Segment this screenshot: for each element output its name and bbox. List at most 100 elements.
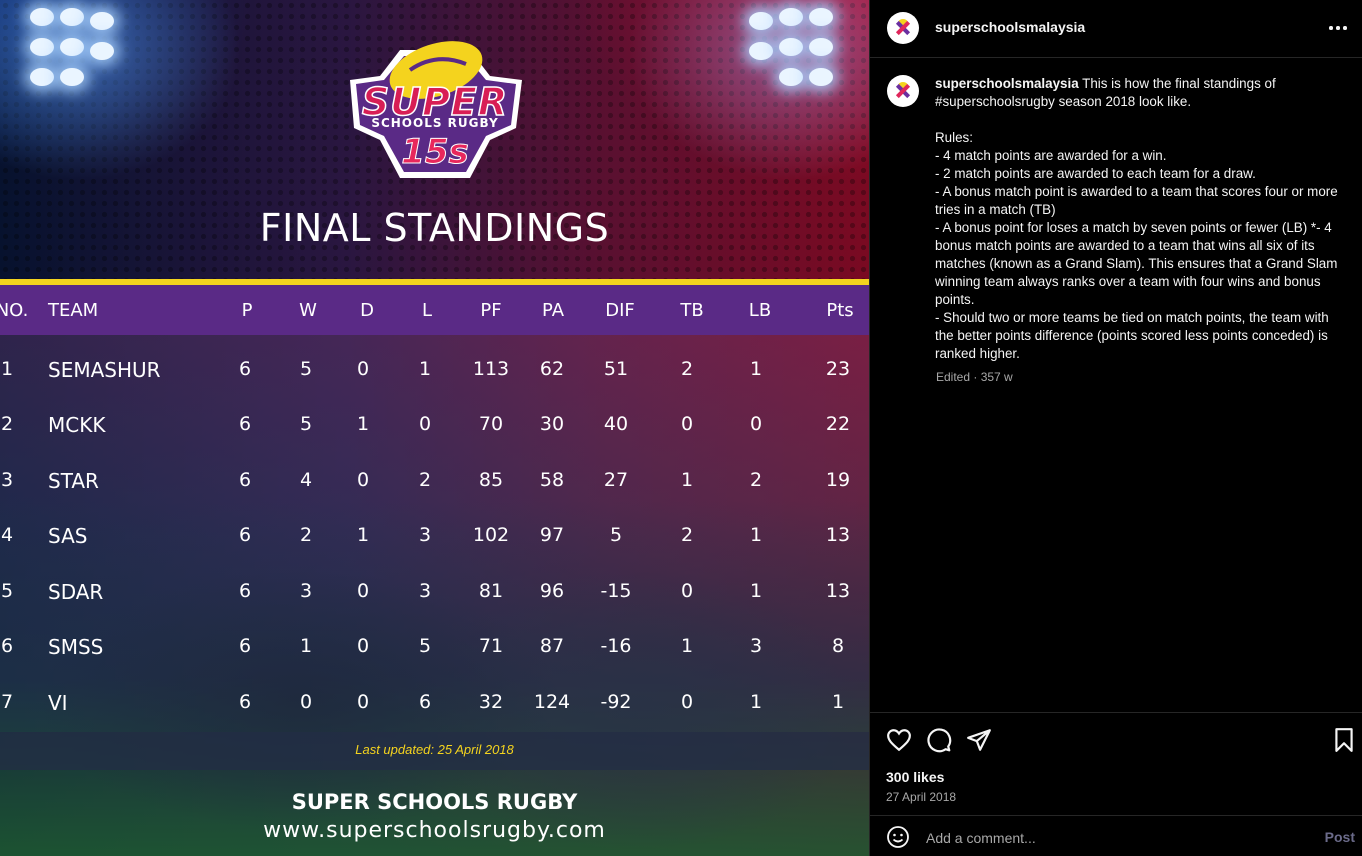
cell-w: 5 (299, 413, 313, 435)
cell-l: 3 (418, 524, 432, 546)
col-l: L (421, 300, 433, 321)
cell-p: 6 (238, 691, 252, 713)
cell-pf: 71 (478, 635, 504, 657)
table-row: 6 SMSS 6 1 0 5 71 87 -16 1 3 8 (0, 627, 869, 667)
avatar[interactable] (887, 12, 919, 44)
cell-p: 6 (238, 524, 252, 546)
cell-pf: 85 (478, 469, 504, 491)
table-row: 5 SDAR 6 3 0 3 81 96 -15 0 1 13 (0, 572, 869, 612)
cell-team: SMSS (48, 635, 104, 659)
instagram-post-view: SUPER SCHOOLS RUGBY 15s FINAL STANDINGS … (0, 0, 1362, 856)
cell-p: 6 (238, 580, 252, 602)
cell-tb: 1 (680, 635, 694, 657)
cell-d: 1 (356, 524, 370, 546)
cell-d: 0 (356, 358, 370, 380)
caption-avatar[interactable] (887, 75, 919, 107)
cell-lb: 1 (749, 580, 763, 602)
emoji-icon[interactable] (886, 825, 910, 849)
logo-15s: 15s (401, 132, 470, 173)
cell-team: MCKK (48, 413, 106, 437)
cell-no: 4 (0, 524, 14, 546)
like-heart-icon[interactable] (886, 727, 912, 753)
cell-lb: 1 (749, 358, 763, 380)
table-header: NO. TEAM P W D L PF PA DIF TB LB Pts (0, 285, 869, 335)
cell-w: 1 (299, 635, 313, 657)
super-schools-rugby-logo: SUPER SCHOOLS RUGBY 15s (340, 30, 530, 185)
caption-username[interactable]: superschoolsmalaysia (935, 76, 1079, 91)
table-row: 4 SAS 6 2 1 3 102 97 5 2 1 13 (0, 516, 869, 556)
cell-dif: 5 (609, 524, 623, 546)
cell-w: 4 (299, 469, 313, 491)
cell-w: 0 (299, 691, 313, 713)
logo-subtitle: SCHOOLS RUGBY (371, 116, 499, 130)
cell-tb: 0 (680, 580, 694, 602)
cell-tb: 0 (680, 691, 694, 713)
cell-l: 0 (418, 413, 432, 435)
cell-dif: -16 (600, 635, 632, 657)
post-image[interactable]: SUPER SCHOOLS RUGBY 15s FINAL STANDINGS … (0, 0, 869, 856)
col-tb: TB (680, 300, 704, 321)
col-no: NO. (0, 300, 29, 321)
header-username[interactable]: superschoolsmalaysia (935, 19, 1085, 35)
cell-pf: 102 (472, 524, 510, 546)
col-pts: Pts (826, 300, 854, 321)
post-header: superschoolsmalaysia (870, 0, 1362, 58)
cell-p: 6 (238, 413, 252, 435)
cell-lb: 0 (749, 413, 763, 435)
cell-team: VI (48, 691, 68, 715)
save-bookmark-icon[interactable] (1331, 727, 1357, 753)
cell-team: SEMASHUR (48, 358, 161, 382)
comment-icon[interactable] (926, 727, 952, 753)
cell-l: 2 (418, 469, 432, 491)
col-pf: PF (480, 300, 502, 321)
cell-pts: 13 (825, 524, 851, 546)
cell-pa: 62 (539, 358, 565, 380)
cell-p: 6 (238, 358, 252, 380)
cell-l: 1 (418, 358, 432, 380)
cell-pts: 1 (831, 691, 845, 713)
post-actions: 300 likes 27 April 2018 (870, 712, 1362, 816)
cell-d: 0 (356, 635, 370, 657)
cell-tb: 2 (680, 524, 694, 546)
col-w: W (299, 300, 317, 321)
floodlight-left (0, 0, 160, 110)
col-team: TEAM (48, 300, 99, 321)
floodlight-right (709, 0, 869, 110)
cell-pf: 113 (472, 358, 510, 380)
cell-team: STAR (48, 469, 99, 493)
cell-w: 2 (299, 524, 313, 546)
cell-pa: 58 (539, 469, 565, 491)
col-dif: DIF (605, 300, 635, 321)
cell-pf: 70 (478, 413, 504, 435)
comment-input[interactable] (926, 827, 1306, 849)
caption-text: This is how the final standings of #supe… (935, 76, 1338, 361)
footer-url: www.superschoolsrugby.com (263, 818, 606, 843)
post-date[interactable]: 27 April 2018 (886, 790, 956, 804)
cell-pa: 96 (539, 580, 565, 602)
cell-pf: 32 (478, 691, 504, 713)
post-sidebar: superschoolsmalaysia superschoolsmalaysi… (869, 0, 1362, 856)
cell-no: 1 (0, 358, 14, 380)
cell-p: 6 (238, 635, 252, 657)
cell-l: 3 (418, 580, 432, 602)
cell-pts: 19 (825, 469, 851, 491)
likes-count[interactable]: 300 likes (886, 769, 944, 785)
last-updated-bar: Last updated: 25 April 2018 (0, 732, 869, 770)
cell-lb: 3 (749, 635, 763, 657)
cell-dif: 51 (603, 358, 629, 380)
cell-p: 6 (238, 469, 252, 491)
more-horizontal-icon[interactable] (1329, 26, 1347, 30)
table-row: 2 MCKK 6 5 1 0 70 30 40 0 0 22 (0, 405, 869, 445)
cell-d: 0 (356, 691, 370, 713)
cell-d: 0 (356, 469, 370, 491)
cell-tb: 2 (680, 358, 694, 380)
cell-pa: 97 (539, 524, 565, 546)
post-caption: superschoolsmalaysia This is how the fin… (935, 75, 1345, 363)
post-comment-button[interactable]: Post (1325, 829, 1355, 845)
footer-brand: SUPER SCHOOLS RUGBY (291, 790, 578, 814)
table-row: 3 STAR 6 4 0 2 85 58 27 1 2 19 (0, 461, 869, 501)
cell-dif: 27 (603, 469, 629, 491)
cell-no: 7 (0, 691, 14, 713)
cell-no: 6 (0, 635, 14, 657)
share-send-icon[interactable] (966, 727, 992, 753)
